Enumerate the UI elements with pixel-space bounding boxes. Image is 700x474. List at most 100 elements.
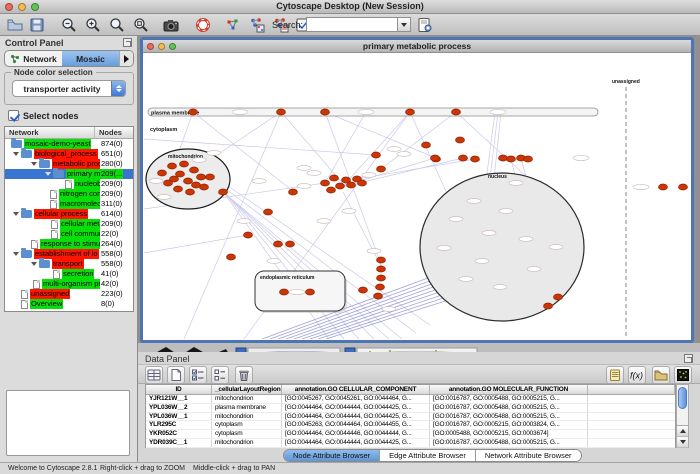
zoom-in-icon [85,17,101,33]
tree-node-label: secretion [62,269,94,279]
expander-icon[interactable] [31,262,37,266]
tree-node-count: 8(0) [100,299,115,309]
select-nodes-checkbox[interactable] [8,110,19,121]
main-toolbar: Search: [0,14,700,36]
matrix-button[interactable] [674,366,692,384]
tree-row-selected[interactable]: primary metabo209(... [5,169,133,179]
network-window-titlebar[interactable]: primary metabolic process [143,40,691,53]
cell-id: YPL036W__2 [146,404,212,412]
folder-icon [39,260,50,268]
notepad-button[interactable] [606,366,624,384]
svg-text:f(x): f(x) [630,371,643,381]
cell-function: [GO:0016787, GO:0005488, GO:0005215, G..… [430,395,588,403]
search-dropdown-button[interactable] [398,17,411,32]
camera-icon [163,17,179,33]
cell-id: YKR052C [146,430,212,438]
tree-row[interactable]: cell communicat22(0) [5,229,133,239]
table-row[interactable]: YDR039C__1mitochondrion[GO:0044464, GO:0… [146,439,675,448]
tree-row[interactable]: nitrogen compo209(0) [5,189,133,199]
attribute-list-button[interactable] [211,366,229,384]
tree-node-count: 223(0) [100,289,124,299]
tree-header-network: Network [5,127,95,138]
column-header[interactable]: _cellularLayoutRegion [212,385,282,394]
zoom-in-button[interactable] [84,16,102,34]
data-panel-toolbar: f(x) [138,364,700,384]
tree-row[interactable]: secretion41(0) [5,269,133,279]
cell-region: mitochondrion [212,395,282,403]
float-panel-icon[interactable] [684,354,693,363]
tree-node-count: 209(... [100,169,123,179]
search-input[interactable] [306,17,398,32]
tree-row[interactable]: multi-organism pro42(0) [5,279,133,289]
select-nodes-label: Select nodes [23,111,79,121]
column-header[interactable]: ID [146,385,212,394]
tree-row[interactable]: metabolic process280(0) [5,159,133,169]
status-pan-hint: Middle-click + drag to PAN [193,465,275,472]
tree-row[interactable]: biological_process651(0) [5,149,133,159]
float-panel-icon[interactable] [123,38,132,47]
table-row[interactable]: YLR295Ccytoplasm[GO:0045263, GO:0044464,… [146,421,675,430]
scroll-down-button[interactable] [677,437,688,448]
formula-button[interactable]: f(x) [628,366,646,384]
expander-icon[interactable] [13,152,19,156]
table-row[interactable]: YJR121W__1mitochondrion[GO:0045267, GO:0… [146,395,675,404]
tab-network-attribute-browser[interactable]: Network Attribute Browser [476,450,581,461]
colored-graph-button[interactable] [224,16,242,34]
tab-node-attribute-browser[interactable]: Node Attribute Browser [284,450,380,461]
tab-network-label: Network [23,54,57,64]
open-session-button[interactable] [6,16,24,34]
document-gear-button[interactable] [416,16,434,34]
mosaic-empty-panel [6,390,130,456]
zoom-fit-button[interactable] [132,16,150,34]
search-label: Search: [272,20,303,30]
tree-header-nodes: Nodes [95,127,133,138]
table-scrollbar[interactable] [676,384,689,448]
tree-node-label: mosaic-demo-yeast [24,139,91,149]
tree-row[interactable]: establishment of lo558(0) [5,249,133,259]
new-document-button[interactable] [167,366,185,384]
dropdown-stepper-icon [111,81,125,96]
cell-component: [GO:0044464, GO:0044444, GO:0044425, G..… [282,413,430,421]
import-attributes-button[interactable] [652,366,670,384]
graph-overlay-button-1[interactable] [248,16,266,34]
more-tabs-button[interactable] [119,51,133,66]
snapshot-button[interactable] [162,16,180,34]
table-row[interactable]: YPL036W__2plasma membrane[GO:0044464, GO… [146,404,675,413]
tree-row[interactable]: cellular metabol209(0) [5,219,133,229]
column-header[interactable]: annotation.GO MOLECULAR_FUNCTION [430,385,588,394]
tree-row[interactable]: Overview8(0) [5,299,133,309]
tree-row[interactable]: nucleobase-209(0) [5,179,133,189]
expander-icon[interactable] [13,252,19,256]
expander-icon[interactable] [13,212,19,216]
scroll-up-button[interactable] [677,426,688,437]
zoom-selected-button[interactable] [108,16,126,34]
cell-region: cytoplasm [212,421,282,429]
network-view-window[interactable]: primary metabolic process plasma me [140,37,694,343]
expander-icon[interactable] [45,172,51,176]
cell-function: [GO:0016787, GO:0005488, GO:0005215, G..… [430,413,588,421]
cell-region: mitochondrion [212,439,282,447]
attribute-table: ID _cellularLayoutRegion annotation.GO C… [145,384,676,448]
tree-row[interactable]: cellular process614(0) [5,209,133,219]
column-header[interactable]: annotation.GO CELLULAR_COMPONENT [282,385,430,394]
table-row[interactable]: YKR052Ccytoplasm[GO:0044464, GO:0044446,… [146,430,675,439]
delete-attribute-button[interactable] [235,366,253,384]
folder-icon [39,160,50,168]
trash-icon [237,368,251,382]
table-row[interactable]: YPL036W__1mitochondrion[GO:0044464, GO:0… [146,413,675,422]
expander-icon[interactable] [31,162,37,166]
attribute-select-button[interactable] [189,366,207,384]
tab-mosaic[interactable]: Mosaic [62,51,119,66]
scrollbar-thumb[interactable] [678,387,687,409]
tree-row[interactable]: unassigned223(0) [5,289,133,299]
tree-row[interactable]: transport558(0) [5,259,133,269]
node-color-dropdown[interactable]: transporter activity [12,80,126,97]
tab-network[interactable]: Network [5,51,62,66]
table-grid-button[interactable] [145,366,163,384]
network-canvas[interactable]: plasma membrane cytoplasm mitochondrion … [143,53,691,340]
help-button[interactable] [194,16,212,34]
tab-edge-attribute-browser[interactable]: Edge Attribute Browser [380,450,476,461]
save-session-button[interactable] [28,16,46,34]
zoom-out-button[interactable] [60,16,78,34]
cell-function: [GO:0016787, GO:0005215, GO:0003824, G..… [430,421,588,429]
